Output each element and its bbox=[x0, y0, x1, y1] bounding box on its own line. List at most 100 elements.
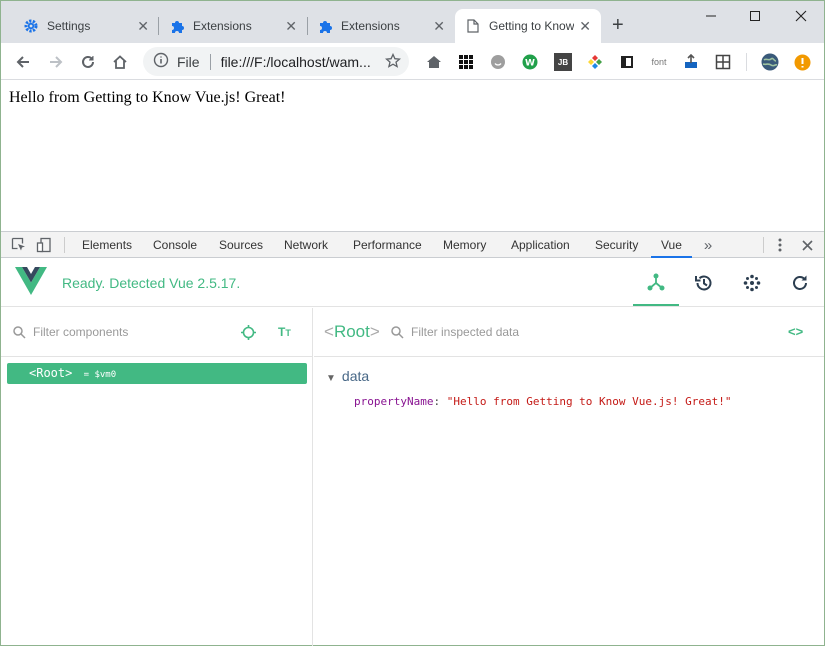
window-extension-icon[interactable] bbox=[618, 53, 636, 71]
inspector-header: <Root> Filter inspected data <> bbox=[314, 308, 824, 357]
update-alert-icon[interactable] bbox=[793, 53, 811, 71]
reload-button[interactable] bbox=[77, 51, 99, 73]
devtools-tab-security[interactable]: Security bbox=[595, 232, 638, 258]
scheme-label: File bbox=[177, 53, 200, 70]
vue-devtools-header: Ready. Detected Vue 2.5.17. bbox=[1, 259, 824, 307]
smiley-extension-icon[interactable] bbox=[489, 53, 507, 71]
more-tabs-icon[interactable]: » bbox=[699, 236, 717, 254]
tab-title: Extensions bbox=[193, 19, 252, 33]
minimize-button[interactable] bbox=[699, 5, 723, 27]
font-extension-icon[interactable]: font bbox=[648, 53, 670, 71]
devtools-tab-console[interactable]: Console bbox=[153, 232, 197, 258]
format-names-icon[interactable]: TT bbox=[278, 325, 291, 339]
kebab-menu-icon[interactable] bbox=[771, 236, 789, 254]
puzzle-icon bbox=[169, 18, 185, 34]
tab-strip: Settings ✕ Extensions ✕ Extensions ✕ Get… bbox=[1, 1, 824, 43]
layout-extension-icon[interactable] bbox=[714, 53, 732, 71]
devtools-divider bbox=[763, 237, 764, 253]
components-pane: Filter components TT <Root> = $vm0 bbox=[1, 308, 313, 646]
devtools-tab-elements[interactable]: Elements bbox=[82, 232, 132, 258]
close-devtools-icon[interactable] bbox=[798, 236, 816, 254]
vue-status-text: Ready. Detected Vue 2.5.17. bbox=[62, 275, 241, 291]
home-button[interactable] bbox=[109, 51, 131, 73]
star-icon[interactable] bbox=[384, 52, 402, 72]
devtools-tab-vue[interactable]: Vue bbox=[651, 232, 692, 258]
tab-extensions[interactable]: Extensions ✕ bbox=[307, 9, 455, 43]
devtools-tab-bar: Elements Console Sources Network Perform… bbox=[1, 232, 824, 258]
jetbrains-icon[interactable]: JB bbox=[554, 53, 572, 71]
jetbrains-label: JB bbox=[557, 57, 569, 67]
toolbar-divider bbox=[746, 53, 747, 71]
page-viewport: Hello from Getting to Know Vue.js! Great… bbox=[1, 81, 824, 231]
data-section-toggle[interactable]: ▼ data bbox=[326, 368, 369, 384]
refresh-icon[interactable] bbox=[777, 259, 823, 306]
document-icon bbox=[465, 18, 481, 34]
devtools-tab-memory[interactable]: Memory bbox=[443, 232, 486, 258]
close-icon[interactable]: ✕ bbox=[137, 18, 149, 34]
tab-settings[interactable]: Settings ✕ bbox=[13, 9, 159, 43]
inspected-component-title: <Root> bbox=[324, 322, 380, 342]
select-component-icon[interactable] bbox=[241, 325, 256, 343]
data-property-row[interactable]: propertyName: "Hello from Getting to Kno… bbox=[354, 395, 732, 408]
vue-logo bbox=[15, 267, 47, 298]
close-icon[interactable]: ✕ bbox=[433, 18, 445, 34]
tab-extensions[interactable]: Extensions ✕ bbox=[159, 9, 307, 43]
devtools-divider bbox=[64, 237, 65, 253]
maximize-button[interactable] bbox=[743, 5, 767, 27]
new-tab-button[interactable]: + bbox=[612, 15, 624, 35]
open-bracket: < bbox=[324, 322, 334, 341]
font-label: font bbox=[651, 57, 667, 67]
filter-components-bar: Filter components TT bbox=[1, 308, 313, 357]
inspected-component-name: Root bbox=[333, 322, 370, 341]
component-close-bracket: > bbox=[65, 366, 73, 380]
component-name: Root bbox=[36, 366, 66, 380]
component-root-row[interactable]: <Root> = $vm0 bbox=[7, 363, 307, 384]
browser-toolbar: File file:///F:/localhost/wam... W JB fo… bbox=[1, 43, 824, 80]
inspect-element-icon[interactable] bbox=[10, 236, 28, 254]
events-tab-icon[interactable] bbox=[729, 259, 775, 306]
page-greeting: Hello from Getting to Know Vue.js! Great… bbox=[9, 89, 286, 106]
profile-avatar[interactable] bbox=[761, 53, 779, 71]
inspector-pane: <Root> Filter inspected data <> ▼ data pr… bbox=[314, 308, 824, 646]
devtools-tab-network[interactable]: Network bbox=[284, 232, 328, 258]
home-extension-icon[interactable] bbox=[425, 53, 443, 71]
property-colon: : bbox=[433, 395, 447, 408]
grid-extension-icon[interactable] bbox=[457, 53, 475, 71]
tab-title: Getting to Know bbox=[489, 19, 574, 33]
caret-down-icon: ▼ bbox=[326, 373, 336, 384]
puzzle-icon bbox=[317, 18, 333, 34]
wordpress-icon[interactable]: W bbox=[521, 53, 539, 71]
tab-getting-to-know[interactable]: Getting to Know ✕ bbox=[455, 9, 601, 43]
devtools-tab-sources[interactable]: Sources bbox=[219, 232, 263, 258]
device-toolbar-icon[interactable] bbox=[35, 236, 53, 254]
close-bracket: > bbox=[369, 322, 380, 341]
search-icon bbox=[391, 326, 404, 342]
components-tab-icon[interactable] bbox=[633, 259, 679, 306]
close-icon[interactable]: ✕ bbox=[579, 18, 591, 34]
search-icon bbox=[13, 326, 26, 342]
upload-extension-icon[interactable] bbox=[682, 53, 700, 71]
component-vm-label: = $vm0 bbox=[83, 370, 117, 380]
filter-data-input[interactable]: Filter inspected data bbox=[411, 325, 519, 339]
data-section-label: data bbox=[341, 368, 370, 384]
gear-icon bbox=[23, 18, 39, 34]
omnibox-divider bbox=[209, 53, 211, 70]
devtools-tab-performance[interactable]: Performance bbox=[353, 232, 422, 258]
property-key: propertyName bbox=[354, 395, 434, 408]
property-value[interactable]: "Hello from Getting to Know Vue.js! Grea… bbox=[447, 395, 732, 408]
close-window-button[interactable] bbox=[789, 5, 813, 27]
info-icon[interactable] bbox=[153, 52, 169, 71]
forward-button[interactable] bbox=[45, 51, 67, 73]
close-icon[interactable]: ✕ bbox=[285, 18, 297, 34]
url-text[interactable]: file:///F:/localhost/wam... bbox=[221, 54, 379, 70]
back-button[interactable] bbox=[12, 51, 34, 73]
svg-text:W: W bbox=[525, 59, 535, 69]
devtools-tab-application[interactable]: Application bbox=[511, 232, 570, 258]
tab-title: Extensions bbox=[341, 19, 400, 33]
address-bar[interactable]: File file:///F:/localhost/wam... bbox=[143, 47, 409, 76]
code-icon[interactable]: <> bbox=[788, 324, 803, 339]
filter-components-input[interactable]: Filter components bbox=[33, 325, 128, 339]
color-picker-icon[interactable] bbox=[586, 53, 604, 71]
history-tab-icon[interactable] bbox=[681, 259, 727, 306]
tab-title: Settings bbox=[47, 19, 91, 33]
